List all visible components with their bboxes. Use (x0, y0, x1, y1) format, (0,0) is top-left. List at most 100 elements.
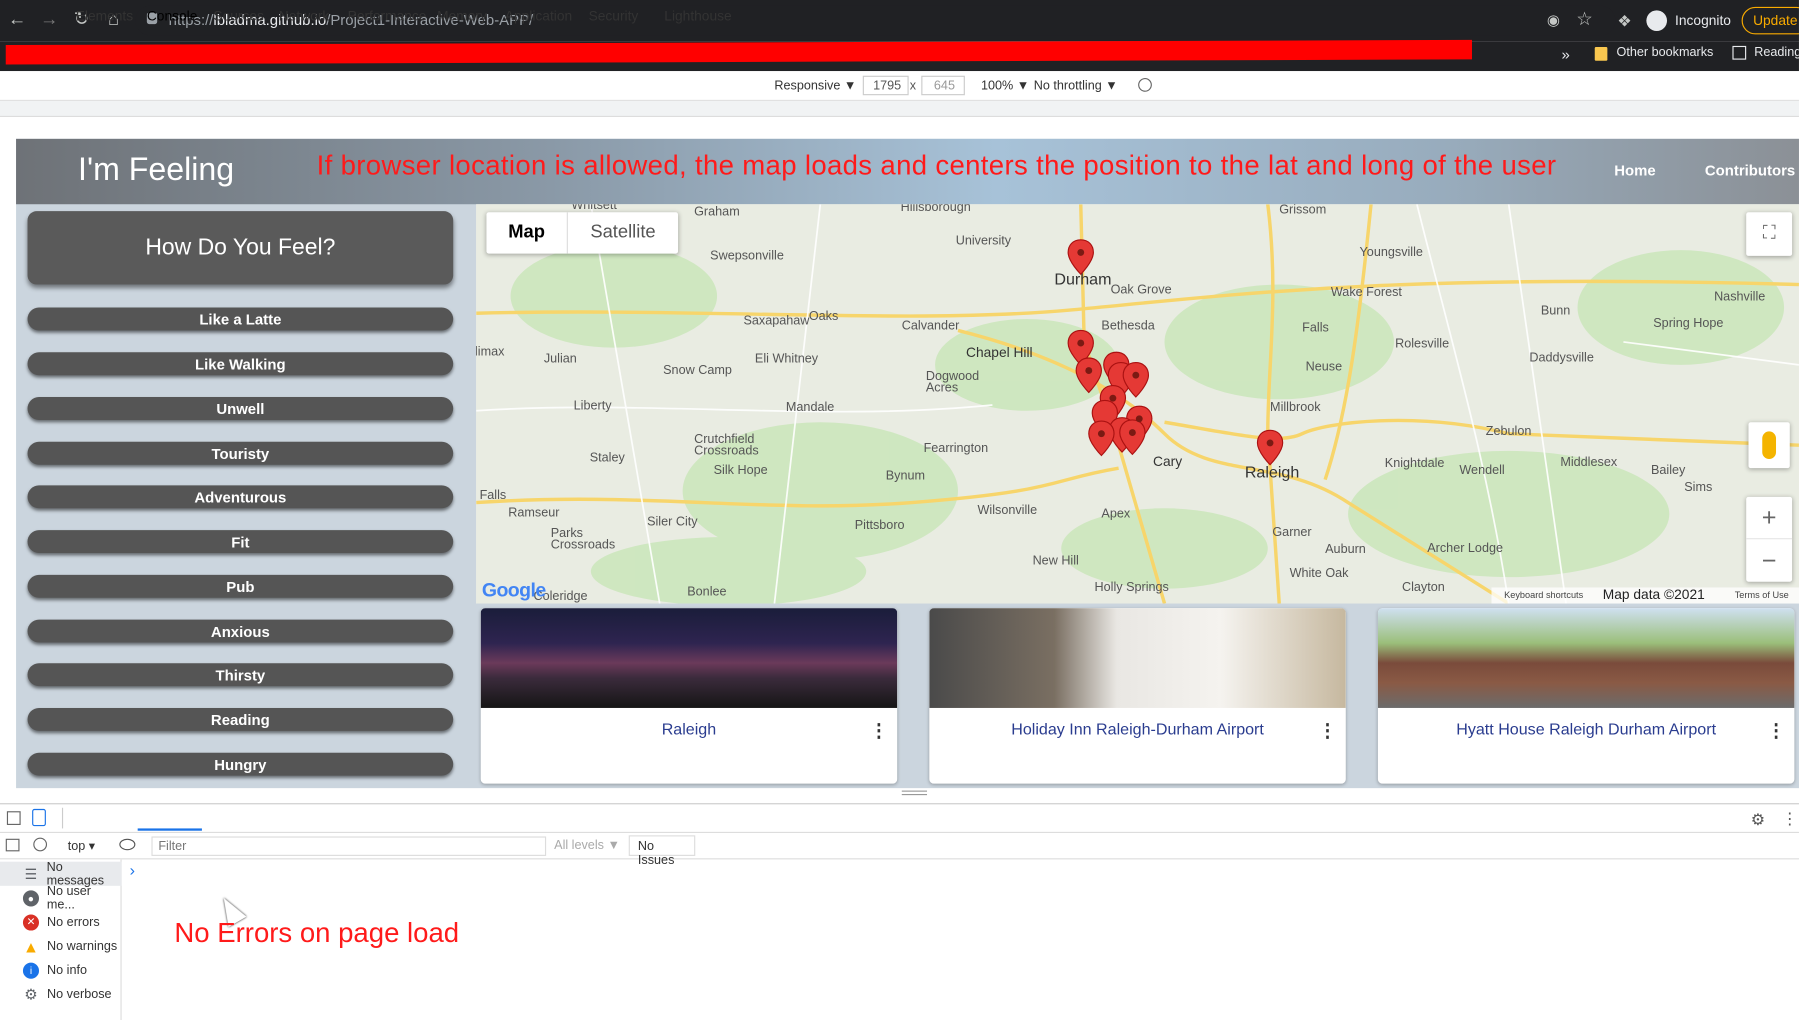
rotate-icon[interactable] (1138, 78, 1152, 92)
place-card[interactable]: Raleigh ⋮ (480, 608, 898, 784)
google-map[interactable]: Whitsett Graham Hillsborough Grissom Uni… (476, 204, 1799, 604)
tab-performance[interactable]: Performance (348, 8, 427, 24)
zoom-control: + − (1746, 496, 1793, 582)
map-tab-satellite[interactable]: Satellite (568, 212, 678, 253)
more-vert-icon[interactable]: ⋮ (1318, 719, 1336, 742)
verbose-icon: ⚙ (24, 985, 38, 1003)
mood-button-adventurous[interactable]: Adventurous (27, 485, 454, 509)
device-toggle-icon[interactable] (32, 808, 46, 827)
sidebar-user-messages[interactable]: ● No user me... (0, 884, 122, 912)
tab-security[interactable]: Security (589, 8, 639, 24)
map-marker[interactable] (1256, 429, 1284, 466)
card-title[interactable]: Hyatt House Raleigh Durham Airport (1378, 719, 1794, 737)
extensions-icon[interactable]: ❖ (1614, 10, 1635, 31)
context-select[interactable]: top ▾ (68, 839, 95, 854)
reading-list[interactable]: Reading (1754, 46, 1799, 60)
mood-button-anxious[interactable]: Anxious (27, 619, 454, 643)
user-icon: ● (22, 889, 39, 906)
nav-home[interactable]: Home (1614, 162, 1655, 179)
dimension-separator: x (909, 79, 917, 93)
card-image-hyatt-house (1377, 608, 1795, 708)
sidebar-info[interactable]: i No info (0, 958, 122, 982)
mood-button-fit[interactable]: Fit (27, 530, 454, 554)
map-marker[interactable] (1088, 420, 1115, 457)
tab-elements[interactable]: Elements (76, 8, 133, 24)
pegman-icon[interactable] (1748, 422, 1790, 469)
settings-gear-icon[interactable]: ⚙ (1751, 810, 1765, 830)
nav-contributors[interactable]: Contributors (1705, 162, 1795, 179)
map-tab-map[interactable]: Map (486, 212, 568, 254)
map-marker[interactable] (1075, 357, 1102, 393)
tab-network[interactable]: Network (279, 8, 329, 24)
list-icon: ☰ (24, 865, 37, 882)
log-levels-select[interactable]: All levels ▼ (554, 839, 620, 853)
google-logo: Google (481, 579, 546, 602)
other-bookmarks[interactable]: Other bookmarks (1617, 46, 1714, 60)
devtools-splitter[interactable] (0, 788, 1799, 803)
back-icon[interactable]: ← (7, 10, 28, 31)
device-select[interactable]: Responsive ▼ (774, 79, 856, 93)
console-annotation: No Errors on page load (174, 917, 460, 949)
card-title[interactable]: Holiday Inn Raleigh-Durham Airport (929, 719, 1345, 737)
fullscreen-icon[interactable]: ⛶ (1746, 212, 1793, 256)
keyboard-shortcuts-link[interactable]: Keyboard shortcuts (1504, 590, 1583, 600)
incognito-icon[interactable] (1646, 10, 1668, 31)
brand-title: I'm Feeling (78, 151, 235, 188)
more-vert-icon[interactable]: ⋮ (870, 719, 888, 742)
update-button[interactable]: Update (1741, 6, 1799, 35)
tab-lighthouse[interactable]: Lighthouse (664, 8, 731, 24)
inspect-icon[interactable] (6, 811, 21, 825)
zoom-out-button[interactable]: − (1746, 539, 1792, 581)
width-input[interactable]: 1795 (862, 75, 909, 96)
tab-console[interactable]: Console (147, 8, 198, 24)
feel-heading: How Do You Feel? (27, 211, 454, 285)
card-title[interactable]: Raleigh (481, 719, 897, 737)
tab-memory[interactable]: Memory (437, 8, 487, 24)
mood-button-thirsty[interactable]: Thirsty (27, 663, 454, 687)
folder-icon (1594, 47, 1608, 61)
place-card[interactable]: Hyatt House Raleigh Durham Airport ⋮ (1377, 608, 1795, 784)
map-marker[interactable] (1122, 362, 1150, 398)
sidebar-verbose[interactable]: ⚙ No verbose (0, 982, 122, 1006)
map-markers (1067, 239, 1284, 466)
issues-button[interactable]: No Issues (628, 835, 696, 867)
terms-link[interactable]: Terms of Use (1735, 590, 1789, 600)
devtools-tabbar (0, 803, 1799, 834)
mood-button-like-walking[interactable]: Like Walking (27, 352, 454, 376)
clear-console-icon[interactable] (33, 837, 48, 852)
map-data-label: Map data ©2021 (1602, 586, 1705, 603)
sidebar-errors[interactable]: ✕ No errors (0, 910, 122, 934)
mood-button-hungry[interactable]: Hungry (27, 752, 454, 776)
error-icon: ✕ (22, 913, 40, 930)
star-icon[interactable]: ☆ (1574, 10, 1595, 31)
forward-icon[interactable]: → (39, 10, 60, 31)
eye-icon[interactable] (119, 838, 136, 851)
more-bookmarks-button[interactable]: » (1561, 46, 1569, 63)
console-filter-input[interactable]: Filter (151, 836, 547, 856)
mood-button-pub[interactable]: Pub (27, 574, 454, 598)
divider (61, 807, 64, 829)
map-type-control: Map Satellite (486, 212, 679, 254)
card-image-raleigh (480, 608, 898, 708)
map-marker[interactable] (1067, 239, 1094, 275)
mood-button-like-a-latte[interactable]: Like a Latte (27, 307, 454, 331)
sidebar-messages[interactable]: ☰ No messages (0, 860, 122, 888)
tab-sources[interactable]: Sources (213, 8, 264, 24)
throttle-select[interactable]: No throttling ▼ (1034, 79, 1118, 93)
mood-button-reading[interactable]: Reading (27, 707, 454, 731)
sidebar-warnings[interactable]: ▲ No warnings (0, 934, 122, 958)
height-input[interactable]: 645 (921, 75, 965, 96)
more-vert-icon[interactable]: ⋮ (1767, 719, 1785, 742)
location-icon[interactable]: ◉ (1543, 10, 1564, 31)
zoom-select[interactable]: 100% ▼ (981, 79, 1029, 93)
mood-button-touristy[interactable]: Touristy (27, 441, 454, 465)
place-card[interactable]: Holiday Inn Raleigh-Durham Airport ⋮ (929, 608, 1346, 784)
warning-icon: ▲ (23, 936, 39, 956)
info-icon: i (22, 962, 40, 979)
zoom-in-button[interactable]: + (1746, 497, 1793, 540)
tab-application[interactable]: Application (505, 8, 572, 24)
mood-button-unwell[interactable]: Unwell (27, 397, 454, 420)
sidebar-toggle-icon[interactable] (5, 838, 20, 852)
more-options-icon[interactable]: ⋮ (1782, 809, 1798, 829)
console-prompt[interactable]: › (130, 861, 135, 879)
